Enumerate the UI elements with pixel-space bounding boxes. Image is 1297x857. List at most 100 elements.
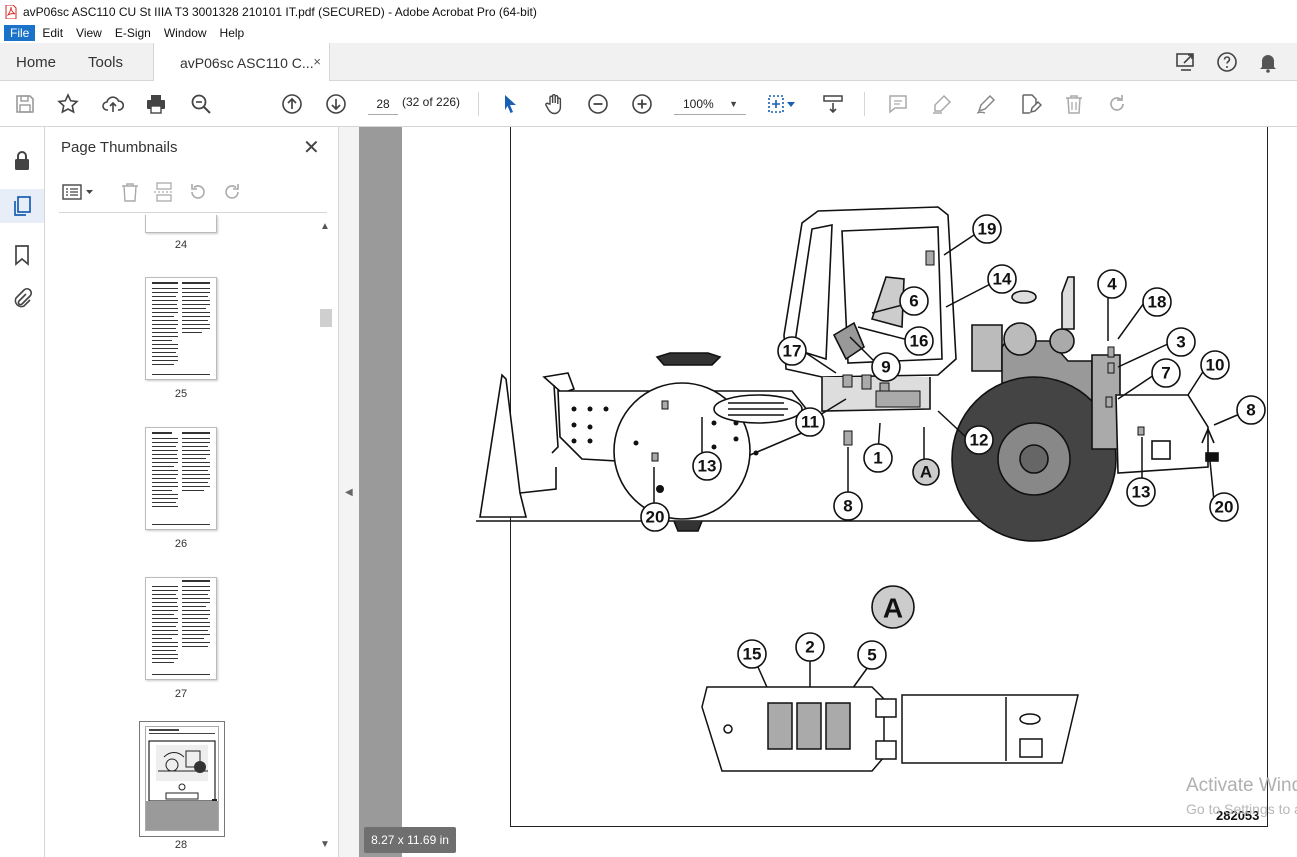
zoom-level-select[interactable]: 100% ▼ xyxy=(674,93,746,115)
arrow-down-circle-icon xyxy=(326,94,346,114)
menu-bar: File Edit View E-Sign Window Help xyxy=(0,23,1297,43)
svg-text:18: 18 xyxy=(1148,293,1167,312)
svg-text:8: 8 xyxy=(1246,401,1255,420)
select-tool-button[interactable] xyxy=(497,91,523,117)
scrollbar-thumb[interactable] xyxy=(320,309,332,327)
thumbnail-label: 24 xyxy=(174,239,188,251)
zoom-level-value: 100% xyxy=(683,97,714,111)
bookmark-star-button[interactable] xyxy=(55,91,81,117)
plus-circle-icon xyxy=(632,94,652,114)
collapse-panel-icon[interactable]: ◀ xyxy=(345,487,353,498)
tab-close-icon[interactable]: × xyxy=(313,54,321,69)
svg-text:8: 8 xyxy=(843,497,852,516)
svg-text:14: 14 xyxy=(993,270,1012,289)
zoom-in-button[interactable] xyxy=(629,91,655,117)
find-zoom-button[interactable] xyxy=(188,91,214,117)
thumbnail-page[interactable] xyxy=(145,427,217,530)
next-page-button[interactable] xyxy=(323,91,349,117)
highlighter-icon xyxy=(933,94,952,114)
svg-text:15: 15 xyxy=(743,645,762,664)
top-right-icons xyxy=(1174,43,1297,81)
split-page-icon[interactable] xyxy=(153,181,175,203)
printer-icon xyxy=(147,95,165,114)
rotate-clockwise-icon[interactable] xyxy=(221,181,243,203)
notifications-bell-icon[interactable] xyxy=(1256,50,1280,74)
svg-text:3: 3 xyxy=(1176,333,1185,352)
page-fit-dropdown[interactable] xyxy=(784,91,798,117)
zoom-out-button[interactable] xyxy=(585,91,611,117)
draw-button[interactable] xyxy=(973,91,999,117)
print-button[interactable] xyxy=(143,91,169,117)
thumbnail-page[interactable] xyxy=(145,577,217,680)
star-icon xyxy=(57,93,79,114)
menu-help[interactable]: Help xyxy=(214,25,251,41)
edit-document-icon xyxy=(1022,94,1042,114)
callout-14: 14 xyxy=(987,264,1017,294)
rotate-counterclockwise-icon[interactable] xyxy=(187,181,209,203)
callout-2: 2 xyxy=(795,632,825,662)
svg-text:A: A xyxy=(883,593,903,624)
menu-file[interactable]: File xyxy=(4,25,36,41)
help-icon[interactable] xyxy=(1215,50,1239,74)
panel-close-icon[interactable]: ✕ xyxy=(303,135,320,160)
tab-tools[interactable]: Tools xyxy=(88,43,123,81)
menu-window[interactable]: Window xyxy=(158,25,213,41)
pdf-page: 19 14 6 16 9 17 4 18 3 7 10 8 11 12 1 A … xyxy=(402,127,1297,857)
svg-text:5: 5 xyxy=(867,646,876,665)
bookmark-icon[interactable] xyxy=(10,243,34,267)
window-title: avP06sc ASC110 CU St IIIA T3 3001328 210… xyxy=(23,4,537,19)
toolbar-divider xyxy=(864,92,865,116)
thumbnail-options-menu-icon[interactable] xyxy=(61,181,95,203)
thumbnail-page[interactable] xyxy=(145,277,217,380)
previous-page-button[interactable] xyxy=(279,91,305,117)
thumbnail-selected-frame[interactable] xyxy=(139,721,225,837)
callout-15: 15 xyxy=(737,639,767,669)
highlight-button[interactable] xyxy=(929,91,955,117)
delete-button[interactable] xyxy=(1061,91,1087,117)
callout-a-small: A xyxy=(912,458,940,486)
svg-text:16: 16 xyxy=(910,332,929,351)
thumbnail-text-preview xyxy=(152,282,210,375)
upload-cloud-button[interactable] xyxy=(100,91,126,117)
scroll-down-icon[interactable]: ▼ xyxy=(320,839,330,850)
page-count-label: (32 of 226) xyxy=(402,95,461,109)
comment-button[interactable] xyxy=(885,91,911,117)
menu-view[interactable]: View xyxy=(70,25,108,41)
activation-watermark-subtitle: Go to Settings to activa xyxy=(1186,801,1297,817)
lock-icon[interactable] xyxy=(10,149,34,173)
page-thumbnails-tab[interactable] xyxy=(0,189,44,223)
scroll-mode-button[interactable] xyxy=(820,91,846,117)
menu-edit[interactable]: Edit xyxy=(36,25,69,41)
edit-pdf-button[interactable] xyxy=(1017,91,1043,117)
thumbnail-label: 27 xyxy=(174,688,188,700)
callout-1: 1 xyxy=(863,443,893,473)
callout-18: 18 xyxy=(1142,287,1172,317)
hand-tool-button[interactable] xyxy=(541,91,567,117)
paperclip-attachment-icon[interactable] xyxy=(10,287,34,311)
svg-text:9: 9 xyxy=(881,358,890,377)
svg-text:A: A xyxy=(920,463,932,482)
panel-splitter[interactable]: ◀ xyxy=(339,127,359,857)
activation-watermark-title: Activate Windows xyxy=(1186,775,1297,796)
callout-9: 9 xyxy=(871,352,901,382)
scroll-up-icon[interactable]: ▲ xyxy=(320,221,330,232)
thumbnail-scrollbar[interactable]: ▲ ▼ xyxy=(318,219,332,855)
save-button[interactable] xyxy=(12,91,38,117)
callout-17: 17 xyxy=(777,336,807,366)
redo-button[interactable] xyxy=(1104,91,1130,117)
thumbnail-page[interactable] xyxy=(145,215,217,233)
svg-text:13: 13 xyxy=(698,457,717,476)
delete-page-icon[interactable] xyxy=(119,181,141,203)
hand-icon xyxy=(545,94,562,115)
page-number-input[interactable]: 28 xyxy=(368,93,398,115)
document-viewer[interactable]: 19 14 6 16 9 17 4 18 3 7 10 8 11 12 1 A … xyxy=(359,127,1297,857)
tab-document[interactable]: avP06sc ASC110 C... × xyxy=(153,43,330,82)
tab-home[interactable]: Home xyxy=(16,43,56,81)
callout-20-front: 20 xyxy=(640,502,670,532)
thumbnail-page-selected[interactable] xyxy=(145,726,219,831)
callout-11: 11 xyxy=(795,407,825,437)
share-screen-icon[interactable] xyxy=(1174,50,1198,74)
arrow-up-circle-icon xyxy=(282,94,302,114)
tab-document-label: avP06sc ASC110 C... xyxy=(180,54,314,71)
menu-esign[interactable]: E-Sign xyxy=(109,25,157,41)
